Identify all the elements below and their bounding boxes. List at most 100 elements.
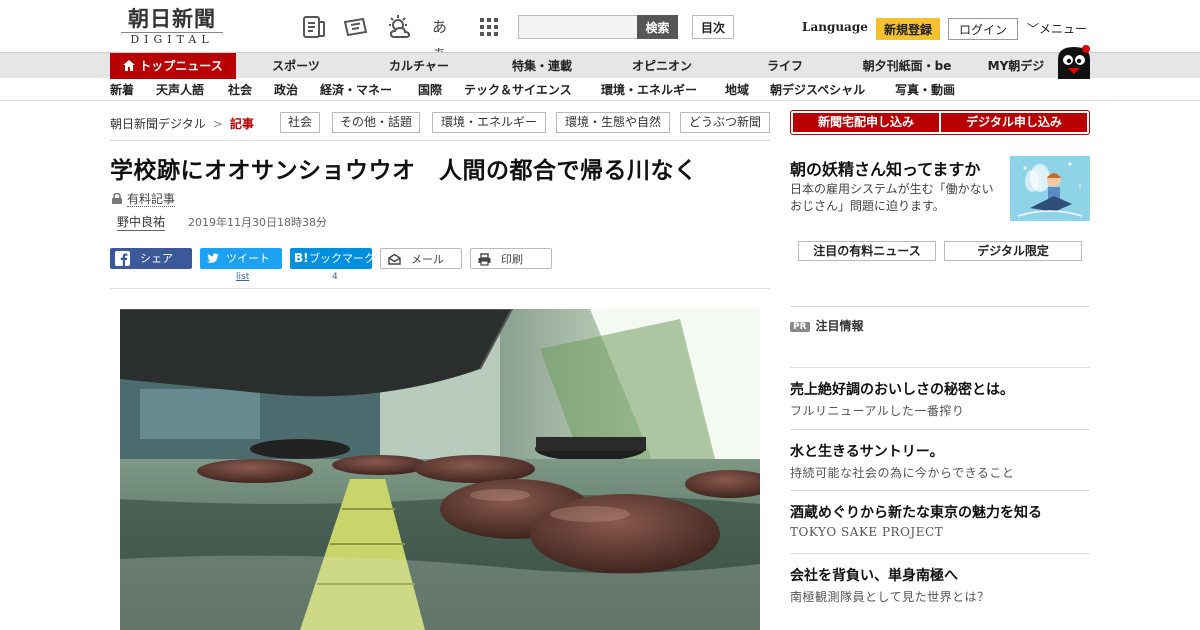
- search-button[interactable]: 検索: [637, 15, 678, 39]
- nav-environment[interactable]: 環境・エネルギー: [601, 79, 697, 101]
- breadcrumb-separator: >: [212, 117, 223, 131]
- pr-item[interactable]: 水と生きるサントリー。 持続可能な社会の為に今からできること: [790, 429, 1090, 491]
- subscribe-paper-button[interactable]: 新聞宅配申し込み: [793, 113, 939, 132]
- pr-item-desc: 南極観測隊員として見た世界とは？: [790, 590, 990, 604]
- share-hatena-label: ブックマーク: [309, 252, 375, 265]
- pr-item[interactable]: 会社を背負い、単身南極へ 南極観測隊員として見た世界とは？: [790, 553, 1090, 615]
- ticket-icon[interactable]: [343, 14, 369, 40]
- lock-icon: [112, 193, 122, 204]
- article-title: 学校跡にオオサンショウウオ 人間の都合で帰る川なく: [110, 158, 698, 184]
- divider: [110, 288, 770, 289]
- nav-photo-video[interactable]: 写真・動画: [895, 79, 955, 101]
- toc-button[interactable]: 目次: [692, 15, 734, 39]
- promo-description[interactable]: 日本の雇用システムが生む「働かないおじさん」問題に迫ります。: [790, 181, 1005, 215]
- share-facebook-button[interactable]: シェア: [110, 248, 192, 269]
- twitter-count[interactable]: list: [236, 272, 249, 282]
- share-hatena-button[interactable]: B! ブックマーク: [290, 248, 375, 269]
- tag-environment-energy[interactable]: 環境・エネルギー: [432, 112, 546, 133]
- site-header: 朝日新聞 DIGITAL あぁ 検索 目次 Language 新規登録 ログイン…: [0, 0, 1200, 62]
- author-link[interactable]: 野中良祐: [117, 213, 166, 231]
- hatena-count[interactable]: 4: [332, 272, 338, 282]
- pr-item-desc: フルリニューアルした一番搾り: [790, 404, 965, 418]
- register-button[interactable]: 新規登録: [876, 18, 940, 40]
- nav-sports[interactable]: スポーツ: [258, 53, 334, 79]
- fairy-illustration[interactable]: [1010, 156, 1090, 221]
- breadcrumb-current: 記事: [229, 117, 254, 131]
- nav-top-news[interactable]: トップニュース: [110, 53, 236, 79]
- nav-tensei-jingo[interactable]: 天声人語: [156, 79, 204, 101]
- pr-item-title: 酒蔵めぐりから新たな東京の魅力を知る: [790, 505, 1042, 521]
- mail-icon: [388, 253, 401, 265]
- tag-ecology-nature[interactable]: 環境・生態や自然: [556, 112, 670, 133]
- subscribe-digital-button[interactable]: デジタル申し込み: [941, 113, 1087, 132]
- tab-paid-news[interactable]: 注目の有料ニュース: [798, 241, 936, 261]
- login-button[interactable]: ログイン: [948, 18, 1018, 40]
- subscribe-box: 新聞宅配申し込み デジタル申し込み: [790, 110, 1090, 135]
- twitter-icon: [206, 253, 219, 263]
- menu-label: メニュー: [1039, 22, 1088, 36]
- grid-menu-icon[interactable]: [476, 14, 502, 40]
- nav-life[interactable]: ライフ: [755, 53, 815, 79]
- chevron-down-icon: ﹀: [1027, 22, 1040, 36]
- paid-article-indicator: 有料記事: [112, 190, 176, 207]
- home-icon: [123, 60, 136, 71]
- hatena-bookmark-icon: B!: [294, 251, 309, 265]
- share-twitter-label: ツイート: [226, 252, 270, 265]
- tab-digital-only[interactable]: デジタル限定: [944, 241, 1082, 261]
- logo-digital: DIGITAL: [121, 32, 223, 47]
- article-timestamp: 2019年11月30日18時38分: [188, 216, 327, 229]
- share-twitter-button[interactable]: ツイート: [200, 248, 282, 269]
- font-size-icon[interactable]: あぁ: [432, 14, 458, 62]
- pr-section-header: PR 注目情報: [790, 317, 864, 334]
- nav-society[interactable]: 社会: [228, 79, 252, 101]
- pr-badge: PR: [790, 322, 810, 332]
- nav-features[interactable]: 特集・連載: [498, 53, 586, 79]
- promo-title[interactable]: 朝の妖精さん知ってますか: [790, 156, 980, 180]
- tag-misc-topics[interactable]: その他・話題: [332, 112, 420, 133]
- share-facebook-label: シェア: [140, 252, 173, 265]
- share-mail-button[interactable]: メール: [380, 248, 462, 269]
- share-print-label: 印刷: [501, 253, 523, 266]
- pr-item-title: 売上絶好調のおいしさの秘密とは。: [790, 382, 1014, 398]
- nav-paper[interactable]: 朝夕刊紙面・be: [852, 53, 962, 79]
- breadcrumb: 朝日新聞デジタル > 記事: [110, 115, 254, 132]
- nav-my-asahi[interactable]: MY朝デジ: [980, 53, 1052, 79]
- nav-international[interactable]: 国際: [418, 79, 442, 101]
- nav-politics[interactable]: 政治: [274, 79, 298, 101]
- pr-item-title: 水と生きるサントリー。: [790, 444, 944, 460]
- secondary-nav: 新着 天声人語 社会 政治 経済・マネー 国際 テック＆サイエンス 環境・エネル…: [0, 79, 1200, 101]
- pr-item-desc: 持続可能な社会の為に今からできること: [790, 466, 1015, 480]
- primary-nav: トップニュース スポーツ カルチャー 特集・連載 オピニオン ライフ 朝夕刊紙面…: [0, 52, 1200, 79]
- breadcrumb-home[interactable]: 朝日新聞デジタル: [110, 117, 206, 131]
- search-input[interactable]: [518, 15, 638, 39]
- nav-economy[interactable]: 経済・マネー: [320, 79, 392, 101]
- nav-opinion[interactable]: オピニオン: [618, 53, 706, 79]
- language-link[interactable]: Language: [802, 20, 868, 34]
- weather-icon[interactable]: [386, 14, 412, 40]
- pr-item[interactable]: 酒蔵めぐりから新たな東京の魅力を知る TOKYO SAKE PROJECT: [790, 490, 1090, 552]
- article-photo-salamanders[interactable]: [120, 309, 760, 630]
- pr-section-title: 注目情報: [815, 319, 864, 333]
- tag-animal-news[interactable]: どうぶつ新聞: [680, 112, 770, 133]
- logo-kanji: 朝日新聞: [128, 6, 216, 31]
- facebook-icon: [115, 251, 130, 266]
- pr-item[interactable]: 売上絶好調のおいしさの秘密とは。 フルリニューアルした一番搾り: [790, 367, 1090, 429]
- nav-region[interactable]: 地域: [725, 79, 749, 101]
- print-icon: [478, 253, 491, 266]
- nav-latest[interactable]: 新着: [110, 79, 134, 101]
- pr-item-desc: TOKYO SAKE PROJECT: [790, 525, 944, 539]
- nav-top-news-label: トップニュース: [139, 59, 223, 73]
- mascot-character-icon: [1058, 45, 1090, 79]
- divider: [110, 140, 770, 141]
- newspaper-icon[interactable]: [301, 14, 327, 40]
- tag-society[interactable]: 社会: [280, 112, 320, 133]
- divider: [790, 306, 1090, 307]
- share-mail-label: メール: [411, 253, 444, 266]
- nav-culture[interactable]: カルチャー: [375, 53, 463, 79]
- asahi-digital-logo[interactable]: 朝日新聞 DIGITAL: [113, 6, 231, 48]
- nav-special[interactable]: 朝デジスペシャル: [770, 79, 865, 101]
- menu-button[interactable]: ﹀メニュー: [1027, 20, 1087, 37]
- nav-tech-science[interactable]: テック＆サイエンス: [464, 79, 572, 101]
- paid-article-label[interactable]: 有料記事: [127, 192, 176, 207]
- share-print-button[interactable]: 印刷: [470, 248, 552, 269]
